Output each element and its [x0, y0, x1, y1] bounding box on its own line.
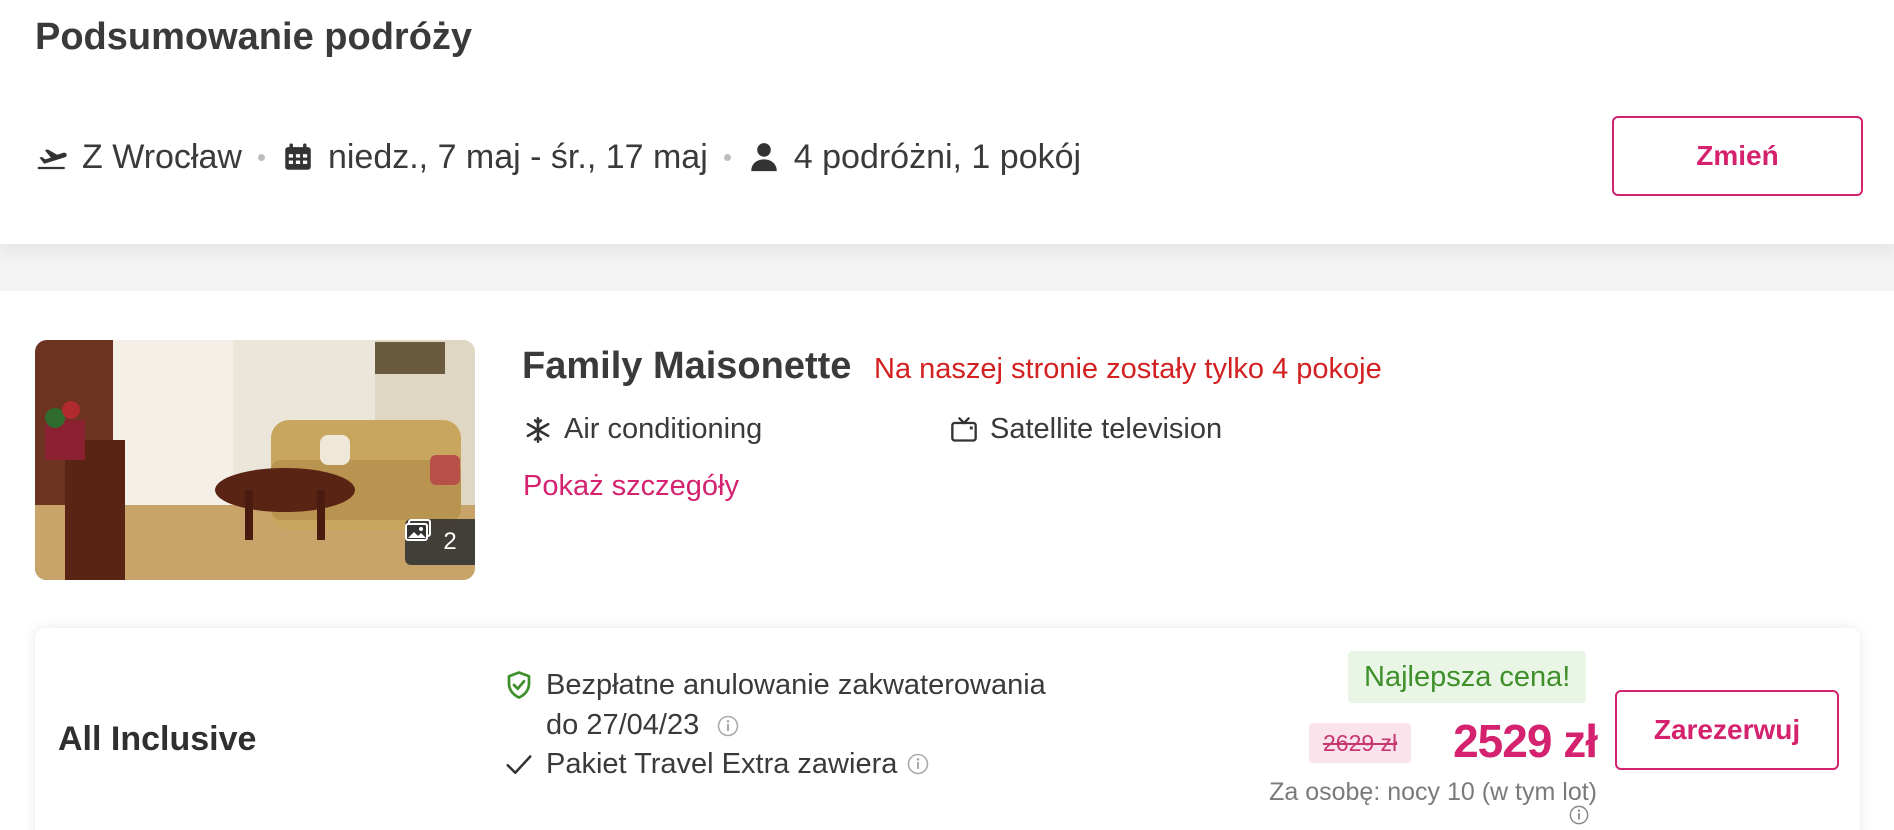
- room-photo[interactable]: 2: [35, 340, 475, 580]
- travel-dates: niedz., 7 maj - śr., 17 maj: [327, 137, 708, 176]
- info-icon[interactable]: [907, 753, 929, 775]
- dates-info: niedz., 7 maj - śr., 17 maj: [281, 138, 708, 177]
- departure-city: Z Wrocław: [82, 137, 242, 176]
- snowflake-icon: [526, 416, 550, 443]
- checkmark-icon: [506, 755, 532, 774]
- room-name: Family Maisonette: [522, 345, 852, 387]
- amenity-air-conditioning: Air conditioning: [524, 413, 762, 446]
- calendar-icon: [285, 143, 311, 170]
- old-price: 2629 zł: [1309, 723, 1412, 763]
- package-text: Pakiet Travel Extra zawiera: [546, 748, 898, 780]
- departure-info: Z Wrocław: [35, 138, 242, 177]
- amenity-label: Satellite television: [990, 413, 1223, 445]
- separator-dot: [723, 153, 731, 161]
- person-icon: [751, 143, 777, 172]
- info-icon[interactable]: [717, 715, 739, 737]
- travelers-info: 4 podróżni, 1 pokój: [747, 138, 1081, 177]
- availability-warning: Na naszej stronie zostały tylko 4 pokoje: [874, 353, 1382, 385]
- cancellation-date: do 27/04/23: [546, 709, 700, 741]
- shield-check-icon: [507, 671, 531, 699]
- travelers-count: 4 podróżni, 1 pokój: [793, 137, 1082, 176]
- travel-extra-benefit: Pakiet Travel Extra zawiera: [504, 744, 929, 784]
- info-icon[interactable]: [1569, 805, 1589, 825]
- free-cancellation-benefit: Bezpłatne anulowanie zakwaterowania do 2…: [504, 665, 1104, 745]
- trip-summary-panel: Podsumowanie podróży Z Wrocław niedz., 7…: [0, 0, 1894, 244]
- cancellation-text: Bezpłatne anulowanie zakwaterowania do 2…: [546, 665, 1046, 745]
- offer-card: All Inclusive Bezpłatne anulowanie zakwa…: [35, 628, 1860, 830]
- book-button[interactable]: Zarezerwuj: [1615, 690, 1839, 770]
- amenity-label: Air conditioning: [564, 413, 763, 445]
- photo-count: 2: [443, 528, 457, 555]
- plane-departure-icon: [37, 149, 67, 170]
- price-note: Za osobę: nocy 10 (w tym lot): [1269, 778, 1597, 806]
- current-price: 2529 zł: [1453, 715, 1598, 767]
- show-details-link[interactable]: Pokaż szczegóły: [523, 470, 739, 503]
- change-trip-button[interactable]: Zmień: [1612, 116, 1863, 196]
- tv-icon: [951, 416, 977, 442]
- best-price-badge: Najlepsza cena!: [1348, 651, 1587, 703]
- board-type: All Inclusive: [58, 720, 257, 758]
- separator-dot: [257, 153, 265, 161]
- photo-count-badge[interactable]: 2: [405, 519, 475, 565]
- amenity-satellite-tv: Satellite television: [950, 413, 1222, 446]
- summary-title: Podsumowanie podróży: [35, 16, 473, 58]
- room-section: 2 Family Maisonette Na naszej stronie zo…: [0, 291, 1894, 830]
- cancellation-line-1: Bezpłatne anulowanie zakwaterowania: [546, 669, 1046, 701]
- gallery-icon: [405, 519, 431, 541]
- cancellation-line-2: do 27/04/23: [546, 705, 1046, 745]
- trip-info-row: Z Wrocław niedz., 7 maj - śr., 17 maj 4 …: [35, 133, 1081, 181]
